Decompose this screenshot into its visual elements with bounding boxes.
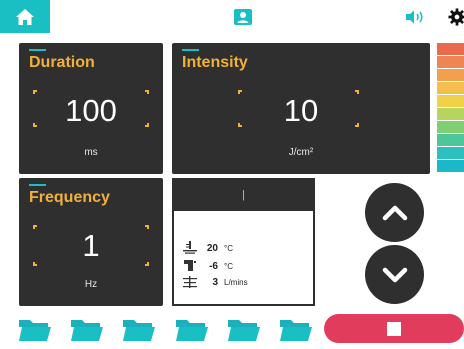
home-icon — [16, 8, 34, 25]
duration-title: Duration — [29, 54, 95, 71]
scale-swatch — [437, 95, 464, 107]
stop-icon — [387, 321, 401, 336]
flow-icon — [183, 276, 197, 288]
status-row-base-temperature: 20 °C — [182, 241, 233, 255]
card-accent — [182, 49, 199, 51]
status-value: 3 — [212, 276, 218, 288]
scale-swatch — [437, 108, 464, 120]
folder-button-2[interactable] — [70, 318, 103, 342]
scale-swatch — [437, 160, 464, 172]
folder-icon — [228, 320, 260, 341]
tap-icon — [184, 260, 196, 271]
settings-button[interactable] — [448, 7, 464, 27]
chevron-down-icon — [382, 267, 407, 282]
intensity-value[interactable]: 10 — [172, 93, 430, 129]
intensity-color-scale — [437, 43, 464, 174]
duration-card[interactable]: Duration 100 ms — [19, 43, 163, 174]
folder-icon — [280, 320, 312, 341]
status-header: | — [174, 180, 313, 211]
profile-button[interactable] — [233, 8, 253, 26]
decrease-button[interactable] — [365, 245, 424, 304]
scale-swatch — [437, 121, 464, 133]
folder-button-1[interactable] — [18, 318, 51, 342]
chevron-up-icon — [382, 205, 407, 220]
home-tab[interactable] — [0, 0, 50, 33]
temperature-base-icon — [183, 241, 197, 254]
intensity-card[interactable]: Intensity 10 J/cm² — [172, 43, 430, 174]
intensity-title: Intensity — [182, 54, 248, 71]
scale-swatch — [437, 43, 464, 55]
scale-swatch — [437, 134, 464, 146]
folder-button-3[interactable] — [122, 318, 155, 342]
frequency-unit: Hz — [84, 279, 98, 290]
card-accent — [29, 49, 46, 51]
status-unit: °C — [224, 243, 233, 253]
scale-swatch — [437, 82, 464, 94]
duration-unit: ms — [84, 147, 98, 158]
folder-icon — [19, 320, 51, 341]
gear-icon — [448, 8, 464, 26]
status-unit: °C — [224, 261, 233, 271]
sound-button[interactable] — [404, 9, 426, 25]
frequency-value[interactable]: 1 — [19, 228, 163, 264]
status-row-flow: 3 L/mins — [182, 275, 248, 289]
status-value: 20 — [206, 242, 218, 254]
folder-button-4[interactable] — [175, 318, 208, 342]
frequency-card[interactable]: Frequency 1 Hz — [19, 178, 163, 306]
folder-icon — [176, 320, 208, 341]
status-value: -6 — [209, 260, 218, 272]
status-row-tap-temperature: -6 °C — [182, 259, 233, 273]
scale-swatch — [437, 147, 464, 159]
top-bar — [0, 0, 464, 34]
profile-icon — [234, 9, 252, 25]
scale-swatch — [437, 56, 464, 68]
intensity-unit: J/cm² — [288, 147, 314, 158]
card-accent — [29, 184, 46, 186]
speaker-icon — [406, 10, 423, 24]
frequency-title: Frequency — [29, 189, 110, 206]
folder-icon — [71, 320, 103, 341]
folder-button-5[interactable] — [227, 318, 260, 342]
increase-button[interactable] — [365, 183, 424, 242]
stop-button[interactable] — [324, 314, 464, 343]
scale-swatch — [437, 69, 464, 81]
folder-button-6[interactable] — [279, 318, 312, 342]
duration-value[interactable]: 100 — [19, 93, 163, 129]
folder-icon — [123, 320, 155, 341]
status-panel: | 20 °C -6 °C 3 L/mins — [172, 178, 315, 306]
status-unit: L/mins — [224, 277, 248, 287]
